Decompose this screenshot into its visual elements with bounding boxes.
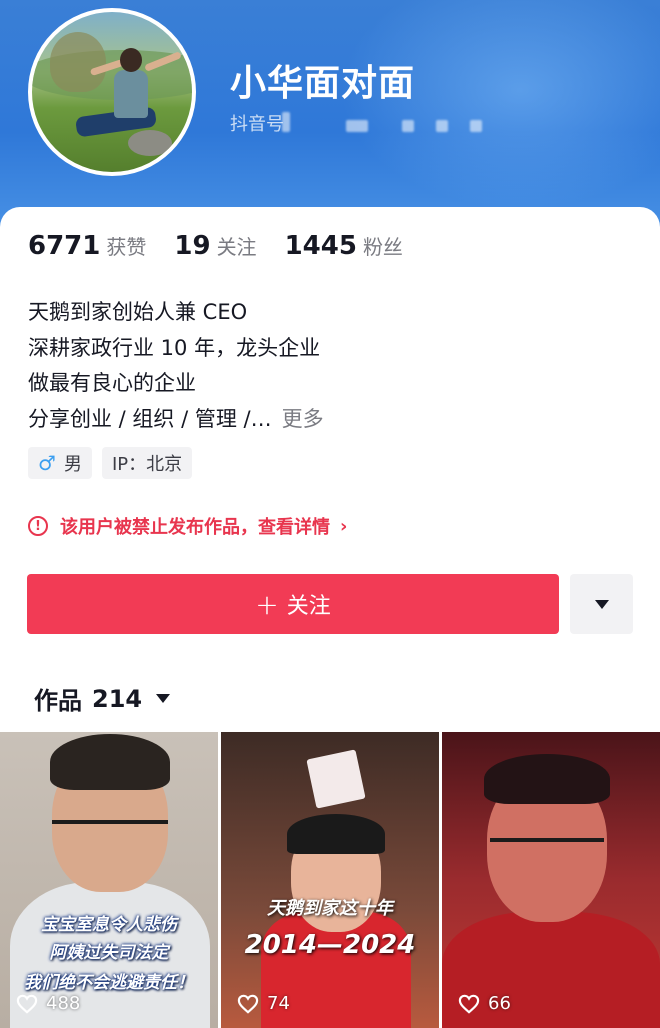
gender-tag: ♂ 男 [28,447,92,479]
video-thumbnail[interactable]: 宝宝室息令人悲伤 阿姨过失司法定 我们绝不会逃避责任！ 488 [0,732,218,1028]
avatar-tree [50,32,106,92]
douyin-id-redacted [282,112,290,132]
video-caption: 我们绝不会逃避责任！ [24,973,194,993]
heart-icon [16,994,38,1014]
works-tab[interactable]: 作品 214 [34,681,171,716]
triangle-down-icon [156,694,171,703]
works-tab-label: 作品 [34,687,82,715]
douyin-id-redacted [346,120,368,132]
video-likes-count: 66 [488,993,511,1014]
stat-followers-label: 粉丝 [362,235,403,259]
triangle-down-icon [594,599,609,609]
video-thumbnail[interactable]: 66 [442,732,660,1028]
stat-following-label: 关注 [216,235,257,259]
ip-location-tag: IP：北京 [101,447,193,479]
thumb-figure [287,814,385,854]
stat-following-value: 19 [174,231,211,261]
douyin-id-redacted [436,120,448,132]
stat-followers[interactable]: 1445 粉丝 [285,231,403,261]
profile-bio: 天鹅到家创始人兼 CEO 深耕家政行业 10 年，龙头企业 做最有良心的企业 分… [28,295,324,437]
video-likes-count: 74 [267,993,290,1014]
bio-more-link[interactable]: 更多 [282,407,324,431]
video-likes: 66 [458,993,511,1014]
stat-following[interactable]: 19 关注 [174,231,256,261]
bio-line: 深耕家政行业 10 年，龙头企业 [28,335,321,360]
stat-likes[interactable]: 6771 获赞 [28,231,146,261]
bio-line-last: 分享创业 / 组织 / 管理 /… 更多 [28,402,324,438]
bio-line: 天鹅到家创始人兼 CEO [28,300,248,324]
thumb-figure [50,734,170,790]
warning-circle-icon: ! [28,516,48,536]
video-caption: 2014—2024 [244,930,416,960]
chevron-right-icon: › [340,515,348,537]
douyin-id-label[interactable]: 抖音号 [230,110,284,136]
avatar-person-head [120,48,142,72]
stat-likes-label: 获赞 [106,235,147,259]
stat-likes-value: 6771 [28,231,101,261]
video-likes: 488 [16,993,80,1014]
profile-nickname: 小华面对面 [230,63,416,104]
profile-card: 6771 获赞 19 关注 1445 粉丝 天鹅到家创始人兼 CEO 深耕家政行… [0,207,660,1028]
ban-notice-text: 该用户被禁止发布作品，查看详情 [60,517,330,538]
video-caption: 宝宝室息令人悲伤 [41,915,177,935]
stat-followers-value: 1445 [284,231,357,261]
plus-icon: + [255,587,279,621]
profile-stats: 6771 获赞 19 关注 1445 粉丝 [28,231,431,261]
thumb-figure [52,820,168,824]
douyin-id-redacted [470,120,482,132]
video-likes-count: 488 [46,993,81,1014]
thumb-figure [306,749,366,809]
gender-label: 男 [63,454,82,475]
bio-line: 做最有良心的企业 [28,371,196,395]
profile-avatar[interactable] [28,8,196,176]
male-icon: ♂ [38,451,56,475]
follow-button[interactable]: + 关注 [27,574,559,634]
bio-line: 分享创业 / 组织 / 管理 /… [28,406,272,431]
works-count: 214 [92,684,143,713]
video-likes: 74 [237,993,290,1014]
works-grid: 宝宝室息令人悲伤 阿姨过失司法定 我们绝不会逃避责任！ 488 天鹅到家这十年 … [0,732,660,1028]
heart-icon [237,994,259,1014]
thumb-figure [484,754,610,804]
ip-location-label: IP：北京 [111,454,183,475]
avatar-person-body [114,70,148,118]
video-caption: 天鹅到家这十年 [267,898,393,919]
video-caption: 阿姨过失司法定 [49,943,169,963]
video-thumbnail[interactable]: 天鹅到家这十年 2014—2024 74 [221,732,439,1028]
douyin-id-redacted [402,120,414,132]
profile-tags: ♂ 男 IP：北京 [28,447,202,479]
thumb-figure [490,838,604,842]
more-options-dropdown-button[interactable] [570,574,633,634]
heart-icon [458,994,480,1014]
ban-notice-link[interactable]: ! 该用户被禁止发布作品，查看详情 › [28,513,347,539]
follow-button-label: 关注 [286,594,331,619]
avatar-rock [128,130,172,156]
